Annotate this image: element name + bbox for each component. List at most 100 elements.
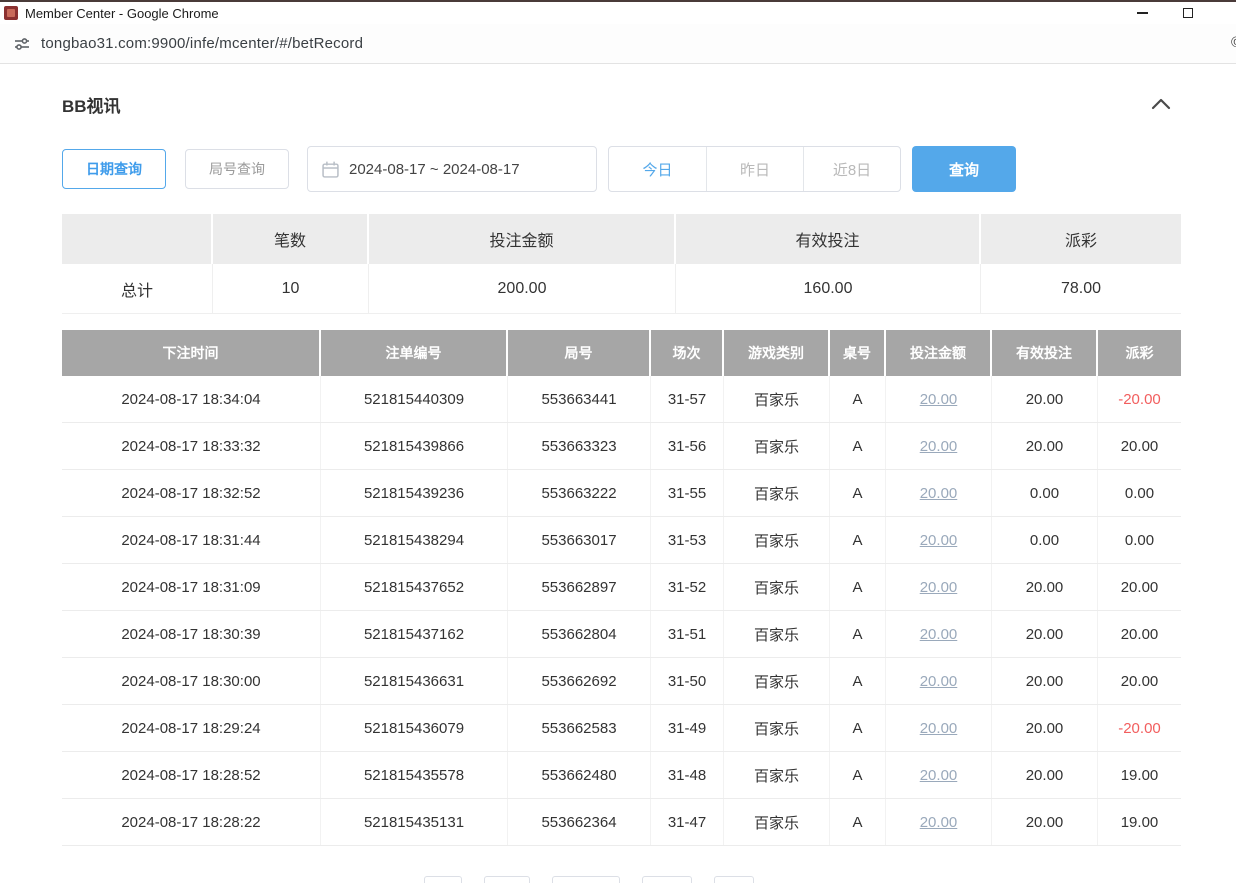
table-row: 2024-08-17 18:30:39 521815437162 5536628… <box>62 611 1181 658</box>
filter-bar: 日期查询 局号查询 2024-08-17 ~ 2024-08-17 今日 昨日 … <box>62 146 1181 192</box>
cell-game-type: 百家乐 <box>724 705 830 751</box>
minimize-icon <box>1137 12 1148 14</box>
bet-amount-link[interactable]: 20.00 <box>920 579 958 596</box>
date-query-tab[interactable]: 日期查询 <box>62 149 166 189</box>
cell-bet-no: 521815437162 <box>321 611 508 657</box>
bet-amount-link[interactable]: 20.00 <box>920 532 958 549</box>
minimize-button[interactable] <box>1119 2 1165 24</box>
bet-amount-link[interactable]: 20.00 <box>920 626 958 643</box>
cell-bet-time: 2024-08-17 18:29:24 <box>62 705 321 751</box>
cell-payout: 20.00 <box>1098 611 1181 657</box>
cell-session: 31-52 <box>651 564 724 610</box>
bet-amount-link[interactable]: 20.00 <box>920 673 958 690</box>
cell-session: 31-51 <box>651 611 724 657</box>
cell-table-no: A <box>830 752 886 798</box>
cell-bet-no: 521815439866 <box>321 423 508 469</box>
col-header-round-no: 局号 <box>508 330 651 376</box>
cell-bet-no: 521815439236 <box>321 470 508 516</box>
bet-amount-link[interactable]: 20.00 <box>920 391 958 408</box>
app-icon <box>4 6 18 20</box>
cell-bet-time: 2024-08-17 18:31:44 <box>62 517 321 563</box>
cell-bet-amount: 20.00 <box>886 752 992 798</box>
summary-header-payout: 派彩 <box>981 214 1181 264</box>
cell-bet-time: 2024-08-17 18:30:39 <box>62 611 321 657</box>
maximize-button[interactable] <box>1165 2 1211 24</box>
cell-game-type: 百家乐 <box>724 376 830 422</box>
bet-amount-link[interactable]: 20.00 <box>920 814 958 831</box>
summary-header-count: 笔数 <box>213 214 369 264</box>
collapse-chevron-icon[interactable] <box>1151 98 1171 110</box>
cell-bet-no: 521815440309 <box>321 376 508 422</box>
bet-amount-link[interactable]: 20.00 <box>920 438 958 455</box>
summary-payout-value: 78.00 <box>981 264 1181 314</box>
bet-record-table: 下注时间 注单编号 局号 场次 游戏类别 桌号 投注金额 有效投注 派彩 202… <box>62 330 1181 846</box>
cell-bet-time: 2024-08-17 18:30:00 <box>62 658 321 704</box>
cell-payout: 0.00 <box>1098 470 1181 516</box>
round-query-tab[interactable]: 局号查询 <box>185 149 289 189</box>
cell-bet-time: 2024-08-17 18:31:09 <box>62 564 321 610</box>
cell-bet-amount: 20.00 <box>886 564 992 610</box>
yesterday-button[interactable]: 昨日 <box>706 147 803 191</box>
summary-header-empty <box>62 214 213 264</box>
table-row: 2024-08-17 18:30:00 521815436631 5536626… <box>62 658 1181 705</box>
cell-game-type: 百家乐 <box>724 470 830 516</box>
cell-payout: 19.00 <box>1098 799 1181 845</box>
pagination-button-4[interactable] <box>642 876 692 883</box>
cell-table-no: A <box>830 517 886 563</box>
section-title: BB视讯 <box>62 92 121 117</box>
cell-round-no: 553662897 <box>508 564 651 610</box>
cell-table-no: A <box>830 423 886 469</box>
date-range-picker[interactable]: 2024-08-17 ~ 2024-08-17 <box>307 146 597 192</box>
calendar-icon <box>322 161 339 178</box>
table-row: 2024-08-17 18:28:22 521815435131 5536623… <box>62 799 1181 846</box>
bet-record-page: BB视讯 日期查询 局号查询 2024-08-17 ~ 2024-08-17 今… <box>0 64 1236 883</box>
col-header-game-type: 游戏类别 <box>724 330 830 376</box>
pagination-button-2[interactable] <box>484 876 530 883</box>
cell-game-type: 百家乐 <box>724 799 830 845</box>
pagination-button-1[interactable] <box>424 876 462 883</box>
cell-valid-bet: 20.00 <box>992 799 1098 845</box>
summary-valid-bet-value: 160.00 <box>676 264 981 314</box>
cell-bet-no: 521815435131 <box>321 799 508 845</box>
cell-table-no: A <box>830 705 886 751</box>
today-button[interactable]: 今日 <box>609 147 706 191</box>
query-button[interactable]: 查询 <box>912 146 1016 192</box>
pagination-button-3[interactable] <box>552 876 620 883</box>
bet-amount-link[interactable]: 20.00 <box>920 767 958 784</box>
summary-bet-amount-value: 200.00 <box>369 264 676 314</box>
cell-table-no: A <box>830 611 886 657</box>
date-range-value: 2024-08-17 ~ 2024-08-17 <box>349 161 520 178</box>
cell-valid-bet: 0.00 <box>992 470 1098 516</box>
table-header-row: 下注时间 注单编号 局号 场次 游戏类别 桌号 投注金额 有效投注 派彩 <box>62 330 1181 376</box>
cell-game-type: 百家乐 <box>724 517 830 563</box>
cell-session: 31-57 <box>651 376 724 422</box>
cell-session: 31-50 <box>651 658 724 704</box>
cell-bet-amount: 20.00 <box>886 611 992 657</box>
last-8-days-button[interactable]: 近8日 <box>803 147 900 191</box>
cell-round-no: 553663323 <box>508 423 651 469</box>
col-header-bet-time: 下注时间 <box>62 330 321 376</box>
window-titlebar: Member Center - Google Chrome <box>0 2 1236 24</box>
toolbar-right-icon[interactable]: © <box>1231 34 1236 51</box>
table-row: 2024-08-17 18:34:04 521815440309 5536634… <box>62 376 1181 423</box>
bet-amount-link[interactable]: 20.00 <box>920 485 958 502</box>
cell-round-no: 553663017 <box>508 517 651 563</box>
col-header-bet-no: 注单编号 <box>321 330 508 376</box>
cell-round-no: 553662583 <box>508 705 651 751</box>
browser-toolbar: tongbao31.com:9900/infe/mcenter/#/betRec… <box>0 24 1236 64</box>
cell-bet-amount: 20.00 <box>886 517 992 563</box>
cell-bet-time: 2024-08-17 18:33:32 <box>62 423 321 469</box>
col-header-valid-bet: 有效投注 <box>992 330 1098 376</box>
bet-amount-link[interactable]: 20.00 <box>920 720 958 737</box>
summary-table: 笔数 投注金额 有效投注 派彩 总计 10 200.00 160.00 78.0… <box>62 214 1181 314</box>
col-header-payout: 派彩 <box>1098 330 1181 376</box>
cell-valid-bet: 0.00 <box>992 517 1098 563</box>
cell-round-no: 553662692 <box>508 658 651 704</box>
cell-bet-time: 2024-08-17 18:34:04 <box>62 376 321 422</box>
cell-session: 31-55 <box>651 470 724 516</box>
address-bar[interactable]: tongbao31.com:9900/infe/mcenter/#/betRec… <box>41 35 363 52</box>
pagination-button-5[interactable] <box>714 876 754 883</box>
site-settings-icon[interactable] <box>13 35 31 53</box>
table-row: 2024-08-17 18:31:09 521815437652 5536628… <box>62 564 1181 611</box>
cell-round-no: 553663222 <box>508 470 651 516</box>
